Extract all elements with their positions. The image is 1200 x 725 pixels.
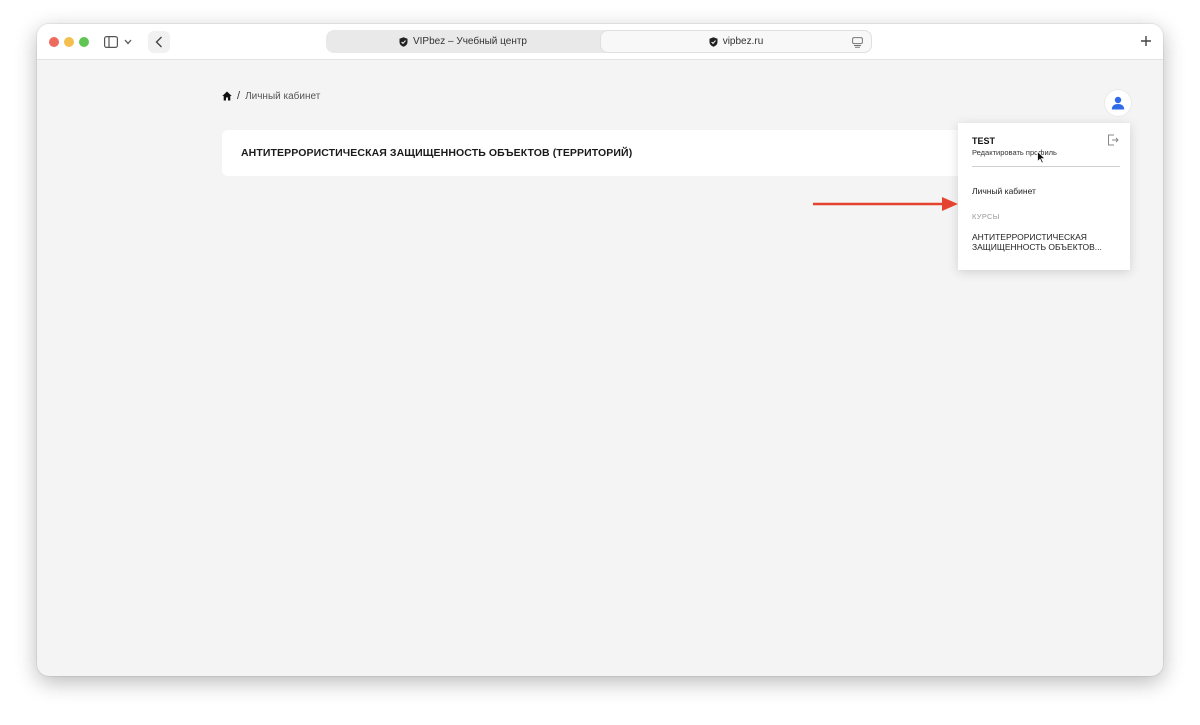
sidebar-icon[interactable] (104, 36, 118, 48)
menu-section-courses: КУРСЫ (972, 212, 1000, 221)
tab-bar: VIPbez – Учебный центр vipbez.ru (326, 30, 872, 53)
course-title: АНТИТЕРРОРИСТИЧЕСКАЯ ЗАЩИЩЕННОСТЬ ОБЪЕКТ… (241, 147, 633, 159)
close-window-button[interactable] (49, 37, 59, 47)
logout-icon[interactable] (1107, 134, 1119, 146)
tab-vipbez-training[interactable]: VIPbez – Учебный центр (326, 30, 600, 53)
menu-item-course[interactable]: АНТИТЕРРОРИСТИЧЕСКАЯ ЗАЩИЩЕННОСТЬ ОБЪЕКТ… (972, 232, 1112, 252)
browser-toolbar: VIPbez – Учебный центр vipbez.ru (37, 24, 1163, 60)
home-icon[interactable] (222, 91, 232, 101)
user-name: TEST (972, 136, 996, 146)
plus-icon[interactable] (1137, 32, 1155, 50)
back-chevron-icon (155, 36, 162, 48)
user-dropdown-menu: TEST Редактировать профиль Личный кабине… (958, 123, 1130, 270)
menu-course-line1: АНТИТЕРРОРИСТИЧЕСКАЯ (972, 232, 1087, 242)
reader-icon[interactable] (852, 37, 863, 48)
tab-vipbez-ru[interactable]: vipbez.ru (601, 31, 871, 52)
user-icon (1111, 96, 1125, 110)
breadcrumb-current: Личный кабинет (245, 90, 321, 102)
breadcrumb: / Личный кабинет (222, 90, 320, 102)
user-menu-button[interactable] (1105, 90, 1131, 116)
menu-item-cabinet[interactable]: Личный кабинет (972, 186, 1036, 196)
zoom-window-button[interactable] (79, 37, 89, 47)
back-button[interactable] (148, 31, 170, 53)
shield-icon (399, 36, 408, 47)
menu-divider (972, 166, 1120, 167)
chevron-down-icon[interactable] (124, 39, 132, 45)
mouse-cursor-icon (1037, 151, 1046, 164)
browser-window: VIPbez – Учебный центр vipbez.ru / Личны… (37, 24, 1163, 676)
menu-course-line2: ЗАЩИЩЕННОСТЬ ОБЪЕКТОВ... (972, 242, 1102, 252)
tab-label: vipbez.ru (722, 36, 764, 47)
sidebar-toggle-group[interactable] (100, 31, 144, 53)
shield-icon (709, 36, 718, 47)
course-card[interactable]: АНТИТЕРРОРИСТИЧЕСКАЯ ЗАЩИЩЕННОСТЬ ОБЪЕКТ… (222, 130, 982, 176)
breadcrumb-separator: / (237, 90, 241, 102)
minimize-window-button[interactable] (64, 37, 74, 47)
tab-label: VIPbez – Учебный центр (412, 36, 527, 47)
annotation-arrow (813, 197, 958, 211)
